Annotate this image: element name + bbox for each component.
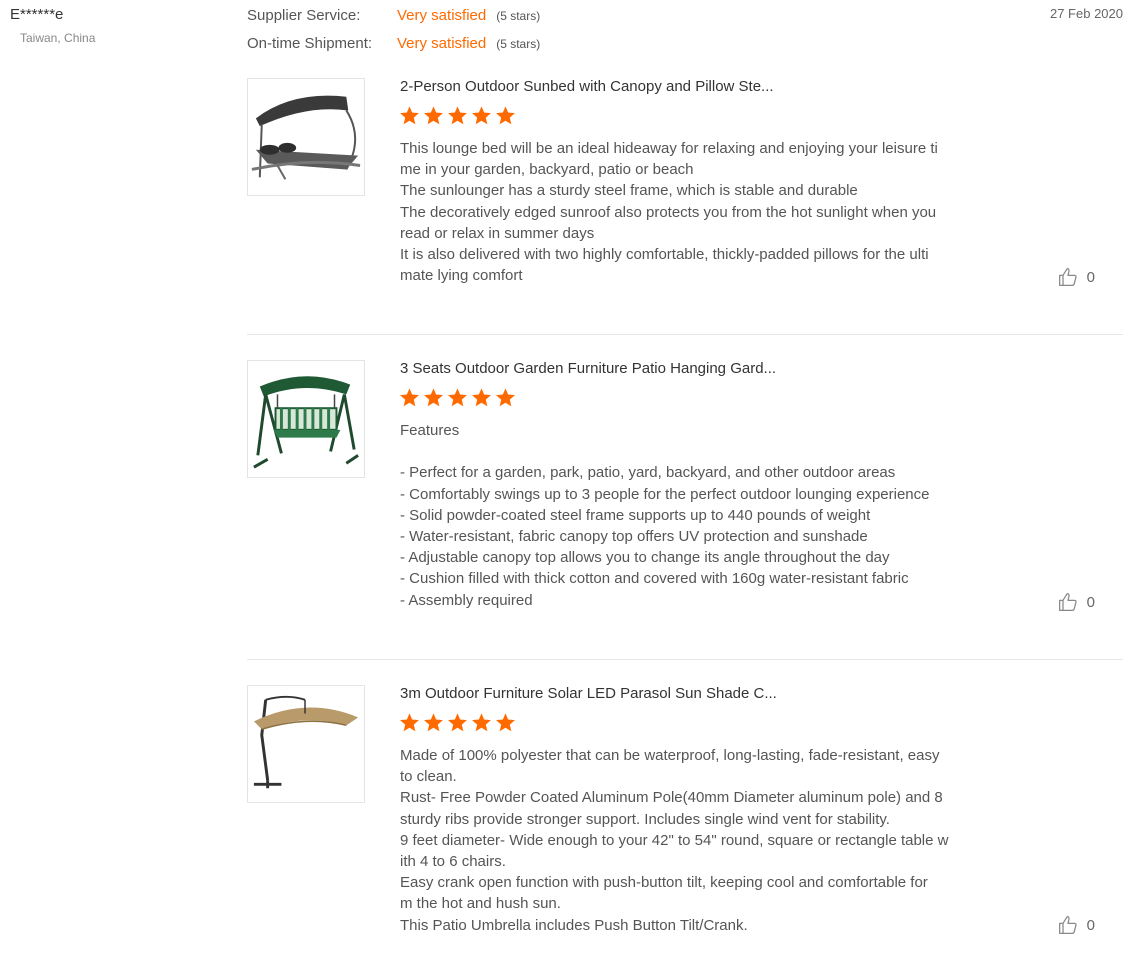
reviewer-location: Taiwan, China: [20, 31, 96, 45]
star-rating: [399, 105, 516, 126]
like-count: 0: [1086, 916, 1095, 934]
star-icon: [424, 713, 443, 732]
rating-stars-text: (5 stars): [496, 9, 541, 23]
star-icon: [400, 388, 419, 407]
swing-image: [253, 376, 359, 469]
star-icon: [424, 388, 443, 407]
review-text: This lounge bed will be an ideal hideawa…: [400, 140, 938, 285]
product-title-link[interactable]: 3m Outdoor Furniture Solar LED Parasol S…: [400, 685, 777, 702]
star-icon: [496, 713, 515, 732]
product-title-link[interactable]: 2-Person Outdoor Sunbed with Canopy and …: [400, 78, 774, 95]
thumbs-up-icon: [1058, 593, 1077, 611]
thumbs-up-icon: [1058, 268, 1077, 286]
review-item: 2-Person Outdoor Sunbed with Canopy and …: [247, 78, 1123, 298]
star-icon: [472, 106, 491, 125]
review-item: 3 Seats Outdoor Garden Furniture Patio H…: [247, 360, 1123, 620]
review-text: Made of 100% polyester that can be water…: [400, 747, 949, 934]
product-thumbnail[interactable]: [247, 360, 365, 478]
star-icon: [448, 713, 467, 732]
rating-label: Supplier Service:: [247, 7, 361, 24]
rating-stars-text: (5 stars): [496, 37, 541, 51]
star-icon: [472, 713, 491, 732]
product-title-link[interactable]: 3 Seats Outdoor Garden Furniture Patio H…: [400, 360, 776, 377]
review-text: Features - Perfect for a garden, park, p…: [400, 422, 930, 609]
like-button[interactable]: 0: [1058, 592, 1095, 612]
sunbed-image: [251, 95, 361, 180]
rating-supplier-service: Supplier Service: Very satisfied (5 star…: [247, 7, 540, 24]
product-thumbnail[interactable]: [247, 78, 365, 196]
star-icon: [400, 106, 419, 125]
review-item: 3m Outdoor Furniture Solar LED Parasol S…: [247, 685, 1123, 945]
thumbs-up-icon: [1058, 916, 1077, 934]
parasol-image: [253, 695, 359, 789]
star-icon: [472, 388, 491, 407]
like-button[interactable]: 0: [1058, 915, 1095, 935]
product-thumbnail[interactable]: [247, 685, 365, 803]
star-icon: [400, 713, 419, 732]
like-button[interactable]: 0: [1058, 267, 1095, 287]
star-rating: [399, 712, 516, 733]
like-count: 0: [1086, 593, 1095, 611]
item-divider: [247, 659, 1123, 660]
star-icon: [496, 106, 515, 125]
star-icon: [448, 388, 467, 407]
rating-label: On-time Shipment:: [247, 35, 373, 52]
item-divider: [247, 334, 1123, 335]
rating-value: Very satisfied: [397, 35, 487, 52]
star-rating: [399, 387, 516, 408]
rating-on-time-shipment: On-time Shipment: Very satisfied (5 star…: [247, 35, 540, 52]
star-icon: [496, 388, 515, 407]
like-count: 0: [1086, 268, 1095, 286]
star-icon: [448, 106, 467, 125]
review-date: 27 Feb 2020: [1049, 6, 1123, 21]
rating-value: Very satisfied: [397, 7, 487, 24]
reviewer-name: E******e: [10, 6, 64, 23]
star-icon: [424, 106, 443, 125]
